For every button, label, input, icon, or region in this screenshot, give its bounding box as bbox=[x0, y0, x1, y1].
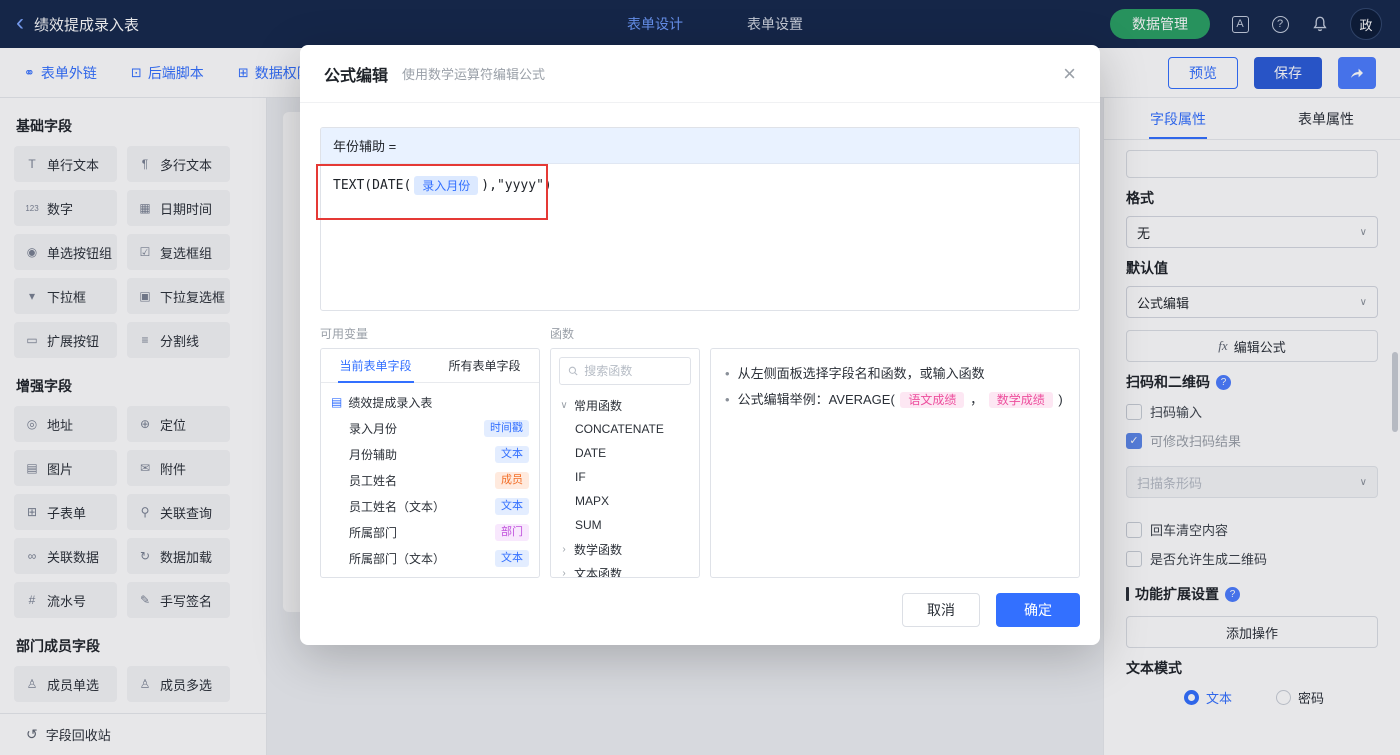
function-item[interactable]: DATE bbox=[551, 441, 699, 465]
function-search-box bbox=[559, 357, 691, 385]
variables-tabs: 当前表单字段 所有表单字段 bbox=[321, 349, 539, 383]
tips-panel: • 从左侧面板选择字段名和函数，或输入函数 • 公式编辑举例：AVERAGE( … bbox=[710, 348, 1080, 578]
panel-labels: 可用变量 函数 bbox=[320, 325, 1080, 342]
field-type-tag: 文本 bbox=[495, 498, 529, 515]
formula-edit-modal: 公式编辑 使用数学运算符编辑公式 × 年份辅助 = TEXT(DATE( 录入月… bbox=[300, 45, 1100, 645]
tab-current-form-fields[interactable]: 当前表单字段 bbox=[321, 349, 430, 382]
tip-line-1: • 从左侧面板选择字段名和函数，或输入函数 bbox=[725, 361, 1065, 387]
field-type-tag: 成员 bbox=[495, 472, 529, 489]
functions-panel: ∨ 常用函数 CONCATENATE DATE IF MAPX SUM › 数学… bbox=[550, 348, 700, 578]
formula-editor-title: 年份辅助 = bbox=[321, 128, 1079, 164]
tab-all-form-fields[interactable]: 所有表单字段 bbox=[430, 349, 539, 382]
search-icon bbox=[568, 365, 578, 377]
function-group-math[interactable]: › 数学函数 bbox=[551, 537, 699, 561]
form-node[interactable]: ▤ 绩效提成录入表 bbox=[321, 389, 539, 415]
formula-field-pill[interactable]: 录入月份 bbox=[414, 176, 478, 195]
chevron-down-icon: ∨ bbox=[559, 400, 569, 411]
confirm-button[interactable]: 确定 bbox=[996, 593, 1080, 627]
functions-list: ∨ 常用函数 CONCATENATE DATE IF MAPX SUM › 数学… bbox=[551, 393, 699, 578]
modal-header: 公式编辑 使用数学运算符编辑公式 × bbox=[300, 45, 1100, 103]
formula-text-post: ),"yyyy") bbox=[481, 178, 551, 193]
variable-row[interactable]: 员工姓名（文本） 文本 bbox=[321, 493, 539, 519]
field-type-tag: 文本 bbox=[495, 446, 529, 463]
example-field-pill: 数学成绩 bbox=[989, 392, 1053, 408]
variables-list: ▤ 绩效提成录入表 录入月份 时间戳 月份辅助 文本 员工姓名 成员 员工姓名（… bbox=[321, 383, 539, 577]
tip-example: 公式编辑举例：AVERAGE( 语文成绩 ， 数学成绩 ) bbox=[738, 387, 1063, 413]
variable-row[interactable]: 所属部门（文本） 文本 bbox=[321, 545, 539, 571]
formula-editor: 年份辅助 = TEXT(DATE( 录入月份 ),"yyyy") bbox=[320, 127, 1080, 311]
modal-subtitle: 使用数学运算符编辑公式 bbox=[402, 64, 545, 83]
tip-line-2: • 公式编辑举例：AVERAGE( 语文成绩 ， 数学成绩 ) bbox=[725, 387, 1065, 413]
function-item[interactable]: IF bbox=[551, 465, 699, 489]
field-type-tag: 时间戳 bbox=[484, 420, 529, 437]
bullet-icon: • bbox=[725, 387, 730, 413]
function-search-input[interactable] bbox=[584, 364, 682, 378]
formula-text-pre: TEXT(DATE( bbox=[333, 178, 411, 193]
function-item[interactable]: MAPX bbox=[551, 489, 699, 513]
modal-title: 公式编辑 bbox=[324, 62, 388, 86]
variables-panel: 当前表单字段 所有表单字段 ▤ 绩效提成录入表 录入月份 时间戳 月份辅助 文本… bbox=[320, 348, 540, 578]
function-item[interactable]: CONCATENATE bbox=[551, 417, 699, 441]
function-group-common[interactable]: ∨ 常用函数 bbox=[551, 393, 699, 417]
variable-row[interactable]: 月份辅助 文本 bbox=[321, 441, 539, 467]
bullet-icon: • bbox=[725, 361, 730, 387]
formula-editor-body[interactable]: TEXT(DATE( 录入月份 ),"yyyy") bbox=[321, 164, 1079, 207]
functions-label: 函数 bbox=[550, 325, 574, 342]
chevron-right-icon: › bbox=[559, 568, 569, 579]
variable-row[interactable]: 员工姓名 成员 bbox=[321, 467, 539, 493]
example-field-pill: 语文成绩 bbox=[900, 392, 964, 408]
field-type-tag: 部门 bbox=[495, 524, 529, 541]
cancel-button[interactable]: 取消 bbox=[902, 593, 980, 627]
modal-footer: 取消 确定 bbox=[902, 593, 1080, 627]
modal-columns: 当前表单字段 所有表单字段 ▤ 绩效提成录入表 录入月份 时间戳 月份辅助 文本… bbox=[320, 348, 1080, 578]
variable-row[interactable]: 录入月份 时间戳 bbox=[321, 415, 539, 441]
function-item[interactable]: SUM bbox=[551, 513, 699, 537]
field-type-tag: 文本 bbox=[495, 550, 529, 567]
variables-label: 可用变量 bbox=[320, 325, 550, 342]
form-doc-icon: ▤ bbox=[331, 395, 342, 409]
close-icon[interactable]: × bbox=[1063, 63, 1076, 85]
chevron-right-icon: › bbox=[559, 544, 569, 555]
variable-row[interactable]: 所属部门 部门 bbox=[321, 519, 539, 545]
function-group-text[interactable]: › 文本函数 bbox=[551, 561, 699, 578]
